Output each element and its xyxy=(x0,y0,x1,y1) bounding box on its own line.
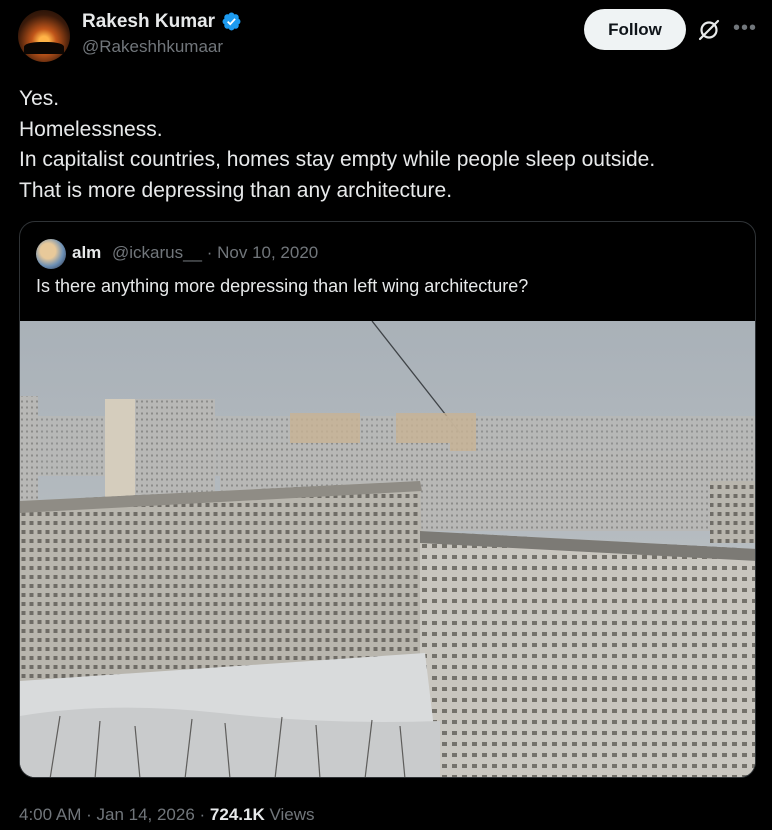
tweet-timestamp: 4:00 AM · Jan 14, 2026 · 724.1K Views xyxy=(19,805,315,824)
author-avatar[interactable] xyxy=(18,10,70,62)
tweet-text-line: In capitalist countries, homes stay empt… xyxy=(19,148,656,171)
more-icon[interactable]: ••• xyxy=(733,17,757,40)
tweet-text-line: Homelessness. xyxy=(19,117,163,141)
tweet-time[interactable]: 4:00 AM xyxy=(19,805,81,824)
author-handle[interactable]: @Rakeshhkumaar xyxy=(82,37,223,57)
grok-icon[interactable] xyxy=(697,18,721,42)
quoted-author-name: alm xyxy=(72,243,102,262)
tweet-date[interactable]: Jan 14, 2026 xyxy=(96,805,194,824)
tweet-text: Yes. Homelessness. In capitalist countri… xyxy=(19,84,759,206)
quoted-author-avatar xyxy=(36,239,66,269)
quoted-photo[interactable] xyxy=(20,321,756,778)
tweet-text-line: That is more depressing than any archite… xyxy=(19,178,453,202)
author-name[interactable]: Rakesh Kumar xyxy=(82,11,215,33)
quoted-date: Nov 10, 2020 xyxy=(217,243,319,262)
verified-badge-icon xyxy=(222,12,241,31)
quoted-meta: @ickarus__ · Nov 10, 2020 xyxy=(112,243,319,262)
follow-button[interactable]: Follow xyxy=(584,9,686,50)
quoted-author-handle: @ickarus__ xyxy=(112,243,203,262)
views-count: 724.1K xyxy=(209,805,265,824)
views-label: Views xyxy=(269,805,315,824)
quoted-tweet[interactable]: alm @ickarus__ · Nov 10, 2020 Is there a… xyxy=(19,221,756,778)
tweet-text-line: Yes. xyxy=(19,87,60,110)
quoted-text: Is there anything more depressing than l… xyxy=(36,276,529,296)
